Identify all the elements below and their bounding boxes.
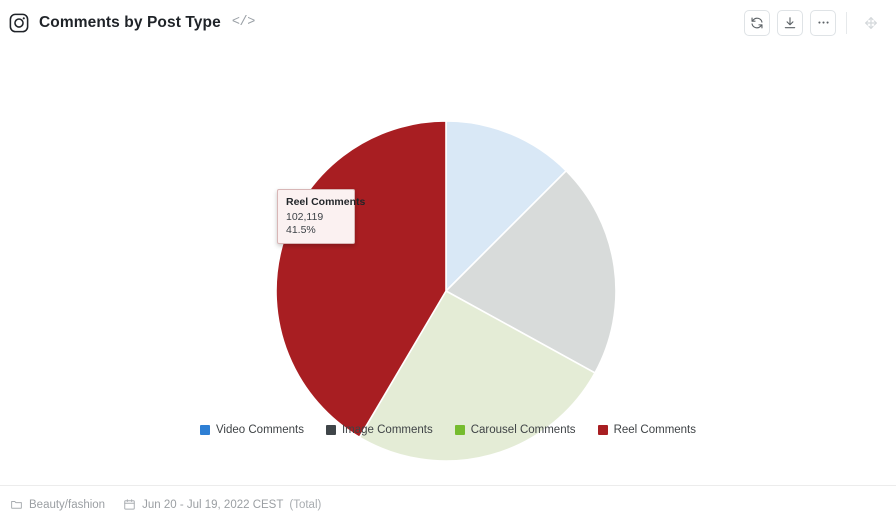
footer-aggregation-label: (Total) xyxy=(289,498,322,511)
chart-area: Reel Comments 102,119 41.5% Video Commen… xyxy=(0,45,896,485)
legend-item-carousel-comments[interactable]: Carousel Comments xyxy=(454,424,576,436)
chart-card: Comments by Post Type </> Reel Comments … xyxy=(0,0,896,523)
legend-label-image: Image Comments xyxy=(341,424,433,436)
more-options-button[interactable] xyxy=(810,9,836,36)
tooltip-title: Reel Comments xyxy=(286,196,366,208)
header-divider xyxy=(846,11,847,34)
folder-icon xyxy=(11,501,22,509)
footer-date-range[interactable]: Jun 20 - Jul 19, 2022 CEST (Total) xyxy=(123,498,321,511)
legend-item-image-comments[interactable]: Image Comments xyxy=(325,424,433,436)
download-button[interactable] xyxy=(777,9,803,36)
tooltip-value: 102,119 xyxy=(286,210,324,223)
legend-label-reel: Reel Comments xyxy=(613,424,697,436)
legend-swatch-video xyxy=(199,425,210,435)
legend-swatch-carousel xyxy=(454,425,465,435)
download-icon xyxy=(784,16,796,28)
legend-item-reel-comments[interactable]: Reel Comments xyxy=(597,424,697,436)
footer-profile-label: Beauty/fashion xyxy=(29,498,106,511)
move-arrows-icon[interactable] xyxy=(860,12,882,34)
legend-label-carousel: Carousel Comments xyxy=(470,424,576,436)
legend-label-video: Video Comments xyxy=(215,424,304,436)
page-title: Comments by Post Type xyxy=(39,13,221,31)
chart-legend: Video Comments Image Comments Carousel C… xyxy=(0,424,896,436)
refresh-button[interactable] xyxy=(744,9,770,36)
footer-date-label: Jun 20 - Jul 19, 2022 CEST xyxy=(142,498,284,511)
pie-chart xyxy=(276,121,616,461)
calendar-icon xyxy=(124,499,135,510)
legend-swatch-reel xyxy=(597,425,608,435)
card-header-left: Comments by Post Type </> xyxy=(8,12,255,34)
footer-profile[interactable]: Beauty/fashion xyxy=(10,498,105,511)
pie-chart-svg xyxy=(276,121,616,461)
tooltip-percent: 41.5% xyxy=(286,223,316,236)
pie-slices xyxy=(276,121,616,461)
pie-tooltip: Reel Comments 102,119 41.5% xyxy=(277,189,366,245)
card-footer: Beauty/fashion Jun 20 - Jul 19, 2022 CES… xyxy=(0,485,896,523)
instagram-icon xyxy=(8,12,30,34)
legend-swatch-image xyxy=(325,425,336,435)
card-header-actions xyxy=(744,9,882,36)
legend-item-video-comments[interactable]: Video Comments xyxy=(199,424,304,436)
code-icon[interactable]: </> xyxy=(232,15,256,30)
refresh-icon xyxy=(751,17,763,28)
card-header: Comments by Post Type </> xyxy=(0,0,896,45)
ellipsis-icon xyxy=(817,21,829,24)
